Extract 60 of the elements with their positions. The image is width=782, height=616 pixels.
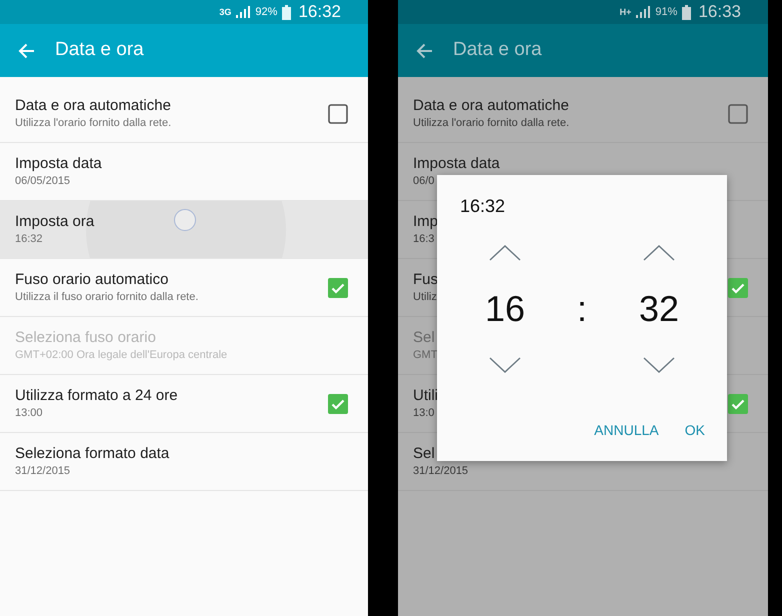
chevron-up-icon[interactable] bbox=[643, 245, 676, 261]
battery-icon bbox=[282, 4, 292, 20]
app-bar-title: Data e ora bbox=[55, 38, 144, 62]
setting-summary: 06/0 bbox=[413, 174, 436, 189]
settings-row[interactable]: Imposta ora 16:32 bbox=[0, 201, 368, 259]
battery-icon bbox=[682, 4, 692, 20]
setting-title: Utili bbox=[413, 386, 438, 405]
checkbox[interactable] bbox=[328, 278, 348, 298]
setting-summary: Utiliz bbox=[413, 290, 438, 305]
signal-icon bbox=[236, 6, 250, 18]
setting-title: Seleziona formato data bbox=[15, 444, 170, 463]
minute-value[interactable]: 32 bbox=[639, 289, 680, 329]
settings-row[interactable]: Seleziona formato data 31/12/2015 bbox=[0, 433, 368, 491]
battery-percent: 92% bbox=[255, 4, 278, 20]
setting-title: Sel bbox=[413, 444, 436, 463]
setting-title: Data e ora automatiche bbox=[413, 96, 570, 115]
time-separator: : bbox=[576, 289, 587, 329]
battery-percent: 91% bbox=[655, 4, 678, 20]
chevron-down-icon[interactable] bbox=[643, 357, 676, 373]
checkbox[interactable] bbox=[728, 394, 748, 414]
setting-summary: 13:00 bbox=[15, 406, 44, 421]
setting-summary: 16:32 bbox=[15, 232, 44, 247]
settings-row[interactable]: Data e ora automatiche Utilizza l'orario fornito dalla rete. bbox=[398, 85, 768, 143]
hour-value[interactable]: 16 bbox=[484, 289, 525, 329]
setting-summary: GMT bbox=[413, 348, 438, 363]
app-bar-title: Data e ora bbox=[453, 38, 542, 62]
setting-summary: 06/05/2015 bbox=[15, 174, 72, 189]
setting-title: Imposta data bbox=[413, 154, 500, 173]
chevron-up-icon[interactable] bbox=[488, 245, 521, 261]
setting-summary: 31/12/2015 bbox=[15, 464, 72, 479]
setting-summary: 31/12/2015 bbox=[413, 464, 468, 479]
setting-summary: GMT+02:00 Ora legale dell'Europa centrale bbox=[15, 348, 228, 363]
signal-icon bbox=[636, 6, 650, 18]
network-type: H+ bbox=[620, 8, 632, 16]
setting-title: Sel bbox=[413, 328, 436, 347]
setting-summary: 13:0 bbox=[413, 406, 436, 421]
chevron-down-icon[interactable] bbox=[488, 357, 521, 373]
settings-row[interactable]: Fuso orario automatico Utilizza il fuso orario fornito dalla rete. bbox=[0, 259, 368, 317]
setting-title: Fuso orario automatico bbox=[15, 270, 170, 289]
setting-title: Imposta data bbox=[15, 154, 102, 173]
checkbox[interactable] bbox=[728, 278, 748, 298]
status-time: 16:32 bbox=[298, 2, 341, 22]
setting-summary: Utilizza l'orario fornito dalla rete. bbox=[413, 116, 570, 131]
settings-row[interactable]: Data e ora automatiche Utilizza l'orario fornito dalla rete. bbox=[0, 85, 368, 143]
setting-title: Imp bbox=[413, 212, 438, 231]
status-time: 16:33 bbox=[698, 2, 741, 22]
setting-summary: 16:3 bbox=[413, 232, 436, 247]
setting-title: Utilizza formato a 24 ore bbox=[15, 386, 178, 405]
checkbox[interactable] bbox=[728, 104, 748, 124]
back-arrow-icon[interactable] bbox=[416, 42, 433, 58]
setting-summary: Utilizza l'orario fornito dalla rete. bbox=[15, 116, 172, 131]
setting-summary: Utilizza il fuso orario fornito dalla rete. bbox=[15, 290, 198, 305]
settings-row[interactable]: Utilizza formato a 24 ore 13:00 bbox=[0, 375, 368, 433]
setting-title: Imposta ora bbox=[15, 212, 94, 231]
setting-title: Data e ora automatiche bbox=[15, 96, 172, 115]
network-type: 3G bbox=[219, 8, 232, 16]
checkbox[interactable] bbox=[328, 394, 348, 414]
setting-title: Seleziona fuso orario bbox=[15, 328, 157, 347]
setting-title: Fus bbox=[413, 270, 438, 289]
checkbox[interactable] bbox=[328, 104, 348, 124]
